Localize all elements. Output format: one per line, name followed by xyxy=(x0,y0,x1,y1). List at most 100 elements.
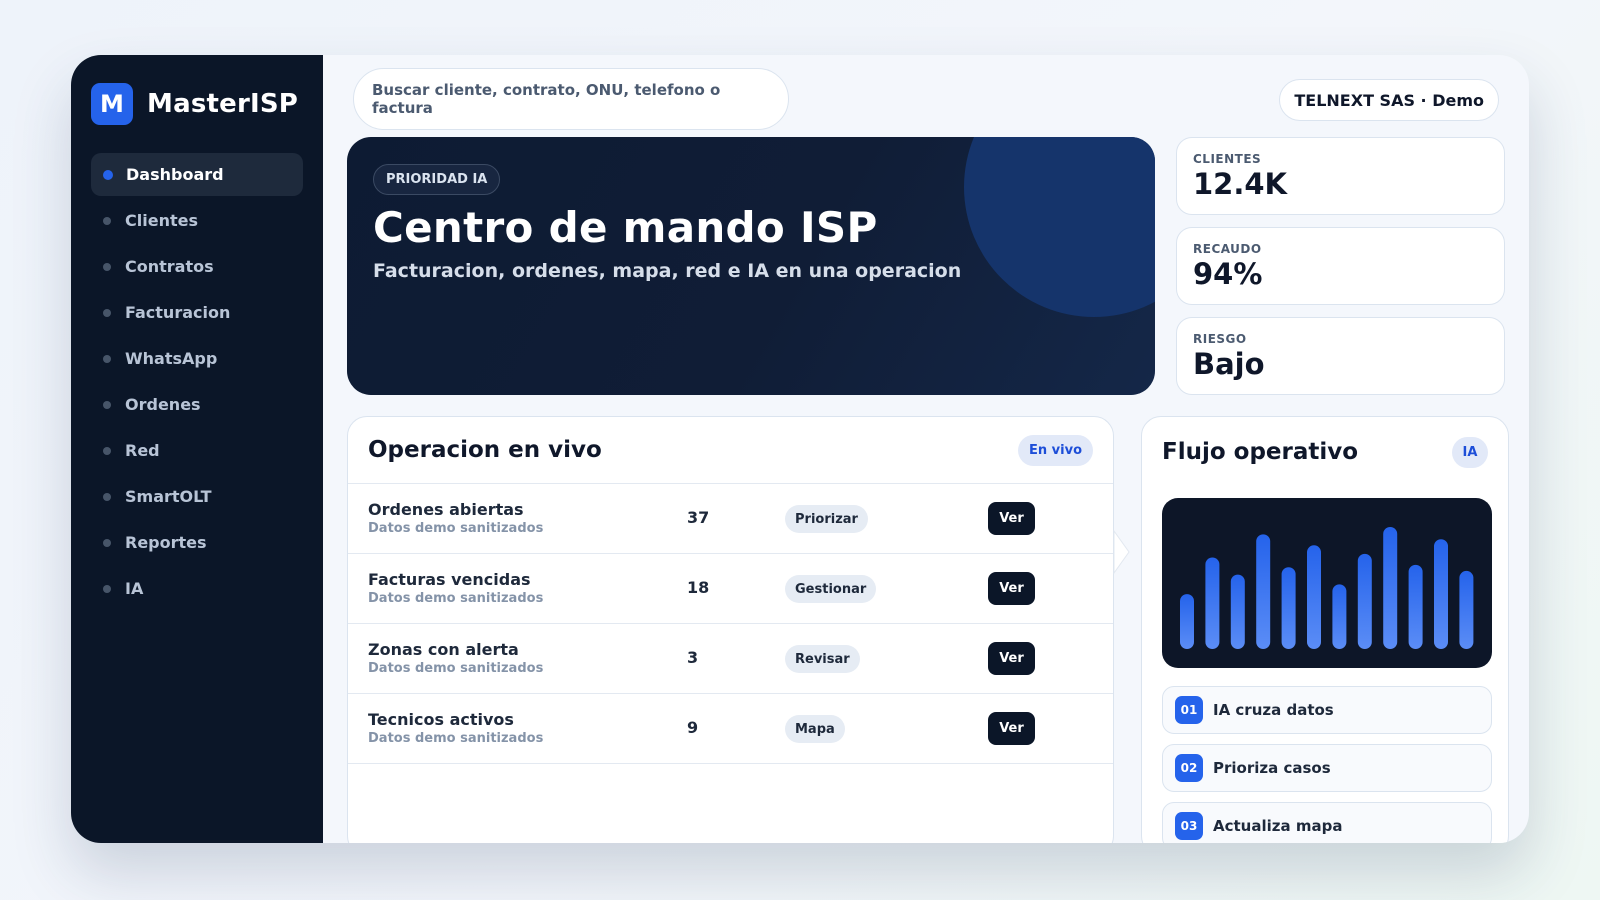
live-badge: En vivo xyxy=(1018,434,1093,466)
row-count: 18 xyxy=(687,578,710,597)
row-count: 3 xyxy=(687,648,699,667)
flujo-chart-svg xyxy=(1180,527,1474,649)
hero-banner: PRIORIDAD IA Centro de mando ISP Factura… xyxy=(347,137,1155,395)
revisar-button[interactable]: Revisar xyxy=(785,645,860,673)
priorizar-button[interactable]: Priorizar xyxy=(785,505,868,533)
sidebar-item-contratos[interactable]: Contratos xyxy=(91,245,303,288)
sidebar-item-clientes[interactable]: Clientes xyxy=(91,199,303,242)
step-number: 01 xyxy=(1175,696,1203,724)
operacion-header: Operacion en vivo En vivo xyxy=(348,417,1113,484)
sidebar: M MasterISP Dashboard Clientes Contratos… xyxy=(71,55,323,843)
stat-card-recaudo: RECAUDO 94% xyxy=(1176,227,1505,305)
table-row: Tecnicos activos Datos demo sanitizados … xyxy=(348,694,1113,764)
step-number: 03 xyxy=(1175,812,1203,840)
nav-dot-icon xyxy=(103,169,113,180)
sidebar-item-label: Red xyxy=(125,441,160,460)
sidebar-item-ia[interactable]: IA xyxy=(91,567,303,610)
stat-label: RIESGO xyxy=(1193,332,1247,346)
sidebar-item-label: Dashboard xyxy=(126,165,224,184)
ia-badge: IA xyxy=(1452,437,1488,468)
sidebar-item-facturacion[interactable]: Facturacion xyxy=(91,291,303,334)
chart-bar xyxy=(1408,564,1423,649)
ver-button[interactable]: Ver xyxy=(988,642,1035,675)
stat-value: Bajo xyxy=(1193,347,1265,381)
row-subtitle: Datos demo sanitizados xyxy=(368,731,544,746)
hero-badge: PRIORIDAD IA xyxy=(373,164,501,195)
stat-card-clientes: CLIENTES 12.4K xyxy=(1176,137,1505,215)
mapa-button[interactable]: Mapa xyxy=(785,715,845,743)
sidebar-item-smartolt[interactable]: SmartOLT xyxy=(91,475,303,518)
flow-step: 01 IA cruza datos xyxy=(1162,686,1492,734)
sidebar-item-label: IA xyxy=(125,579,144,598)
hero-decorative-circle xyxy=(964,137,1155,317)
chart-bar xyxy=(1434,539,1448,649)
ver-button[interactable]: Ver xyxy=(988,572,1035,605)
stat-value: 94% xyxy=(1193,257,1263,291)
operacion-title: Operacion en vivo xyxy=(368,437,602,463)
nav-dot-icon xyxy=(103,262,111,271)
sidebar-item-label: Contratos xyxy=(125,257,214,276)
row-title: Zonas con alerta xyxy=(368,640,519,659)
nav-dot-icon xyxy=(103,354,111,363)
table-row: Zonas con alerta Datos demo sanitizados … xyxy=(348,624,1113,694)
ver-button[interactable]: Ver xyxy=(988,712,1035,745)
row-subtitle: Datos demo sanitizados xyxy=(368,661,544,676)
mouse-cursor-icon xyxy=(1113,530,1130,574)
hero-title: Centro de mando ISP xyxy=(373,203,878,252)
brand-name: MasterISP xyxy=(147,89,299,119)
chart-bar xyxy=(1459,570,1474,649)
flujo-bar-chart xyxy=(1162,498,1492,668)
chart-bar xyxy=(1256,534,1271,649)
row-title: Tecnicos activos xyxy=(368,710,514,729)
company-selector[interactable]: TELNEXT SAS · Demo xyxy=(1279,79,1499,121)
sidebar-item-dashboard[interactable]: Dashboard xyxy=(91,153,303,196)
flow-step: 02 Prioriza casos xyxy=(1162,744,1492,792)
flujo-title: Flujo operativo xyxy=(1162,439,1359,465)
sidebar-item-whatsapp[interactable]: WhatsApp xyxy=(91,337,303,380)
step-number: 02 xyxy=(1175,754,1203,782)
ver-button[interactable]: Ver xyxy=(988,502,1035,535)
step-label: Actualiza mapa xyxy=(1213,817,1343,835)
sidebar-nav: Dashboard Clientes Contratos Facturacion… xyxy=(91,153,303,610)
table-row: Facturas vencidas Datos demo sanitizados… xyxy=(348,554,1113,624)
sidebar-item-reportes[interactable]: Reportes xyxy=(91,521,303,564)
sidebar-item-ordenes[interactable]: Ordenes xyxy=(91,383,303,426)
nav-dot-icon xyxy=(103,584,111,593)
nav-dot-icon xyxy=(103,492,111,501)
nav-dot-icon xyxy=(103,400,111,409)
hero-subtitle: Facturacion, ordenes, mapa, red e IA en … xyxy=(373,260,962,282)
nav-dot-icon xyxy=(103,538,111,547)
main-content: Buscar cliente, contrato, ONU, telefono … xyxy=(323,55,1529,843)
chart-bar xyxy=(1332,584,1347,649)
operacion-card: Operacion en vivo En vivo Ordenes abiert… xyxy=(347,416,1114,843)
chart-bar xyxy=(1281,567,1296,649)
brand-logo: M xyxy=(91,83,133,125)
row-count: 37 xyxy=(687,508,710,527)
sidebar-item-label: Reportes xyxy=(125,533,207,552)
nav-dot-icon xyxy=(103,446,111,455)
search-input[interactable]: Buscar cliente, contrato, ONU, telefono … xyxy=(353,68,789,130)
chart-bar xyxy=(1180,594,1194,649)
sidebar-item-label: WhatsApp xyxy=(125,349,218,368)
stat-label: RECAUDO xyxy=(1193,242,1262,256)
sidebar-item-label: SmartOLT xyxy=(125,487,212,506)
sidebar-item-label: Facturacion xyxy=(125,303,231,322)
flujo-card: Flujo operativo IA 01 IA cruza datos 02 xyxy=(1141,416,1509,843)
flow-step: 03 Actualiza mapa xyxy=(1162,802,1492,843)
brand[interactable]: M MasterISP xyxy=(91,83,303,125)
stat-card-riesgo: RIESGO Bajo xyxy=(1176,317,1505,395)
chart-bar xyxy=(1357,553,1372,649)
chart-bar xyxy=(1205,557,1220,649)
gestionar-button[interactable]: Gestionar xyxy=(785,575,877,603)
row-subtitle: Datos demo sanitizados xyxy=(368,591,544,606)
nav-dot-icon xyxy=(103,308,111,317)
table-row: Ordenes abiertas Datos demo sanitizados … xyxy=(348,484,1113,554)
stat-value: 12.4K xyxy=(1193,167,1288,201)
step-label: Prioriza casos xyxy=(1213,759,1331,777)
chart-bar xyxy=(1383,527,1398,649)
chart-bar xyxy=(1307,545,1321,649)
sidebar-item-red[interactable]: Red xyxy=(91,429,303,472)
step-label: IA cruza datos xyxy=(1213,701,1334,719)
app-window: M MasterISP Dashboard Clientes Contratos… xyxy=(71,55,1529,843)
row-title: Ordenes abiertas xyxy=(368,500,524,519)
